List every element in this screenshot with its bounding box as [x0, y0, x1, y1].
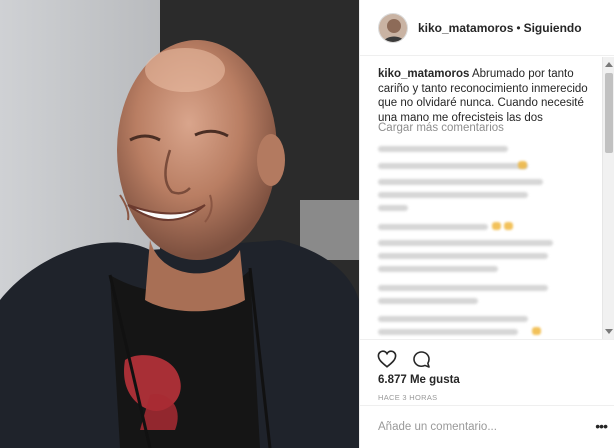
header-text: kiko_matamoros • Siguiendo	[418, 21, 582, 35]
blurred-comment	[378, 240, 553, 246]
blurred-emoji	[518, 161, 527, 169]
load-more-comments-link[interactable]: Cargar más comentarios	[378, 122, 504, 134]
blurred-emoji	[492, 222, 501, 230]
blurred-comment	[378, 285, 548, 291]
blurred-comment	[378, 298, 478, 304]
photo-illustration	[0, 0, 359, 448]
post-sidebar: kiko_matamoros • Siguiendo kiko_matamoros …	[359, 0, 614, 448]
avatar[interactable]	[378, 12, 408, 43]
blurred-comment	[378, 205, 408, 211]
post-timestamp: HACE 3 HORAS	[378, 393, 438, 402]
post-photo[interactable]	[0, 0, 359, 448]
comment-bubble-icon	[412, 350, 430, 368]
scrollbar-thumb[interactable]	[605, 73, 613, 153]
post-actions: 6.877 Me gusta HACE 3 HORAS	[360, 339, 614, 402]
caption-username[interactable]: kiko_matamoros	[378, 68, 469, 80]
comment-button[interactable]	[410, 348, 432, 370]
caption: kiko_matamoros Abrumado por tanto cariño…	[378, 67, 600, 125]
comments-scrollbar[interactable]	[602, 57, 614, 339]
like-button[interactable]	[376, 348, 398, 370]
blurred-comment	[378, 329, 518, 335]
blurred-comment	[378, 266, 498, 272]
add-comment-input[interactable]	[378, 418, 578, 436]
blurred-emoji	[532, 327, 541, 335]
follow-status-button[interactable]: Siguiendo	[524, 21, 582, 35]
blurred-comment	[378, 316, 528, 322]
blurred-emoji	[504, 222, 513, 230]
avatar-image	[379, 13, 407, 42]
action-icons	[376, 348, 432, 370]
post-header: kiko_matamoros • Siguiendo	[360, 0, 614, 56]
blurred-comment	[378, 224, 488, 230]
blurred-comment	[378, 192, 528, 198]
ellipsis-icon[interactable]: •••	[595, 419, 608, 433]
blurred-comment	[378, 163, 528, 169]
blurred-comment	[378, 179, 543, 185]
blurred-comment	[378, 146, 508, 152]
scroll-down-arrow-icon[interactable]	[605, 329, 613, 334]
header-username[interactable]: kiko_matamoros	[418, 21, 513, 35]
comments-list[interactable]: kiko_matamoros Abrumado por tanto cariño…	[360, 57, 614, 339]
add-comment-bar: •••	[360, 405, 614, 448]
scroll-up-arrow-icon[interactable]	[605, 62, 613, 67]
blurred-comment	[378, 253, 548, 259]
header-separator: •	[516, 20, 521, 35]
heart-icon	[377, 350, 397, 368]
likes-count[interactable]: 6.877 Me gusta	[378, 374, 460, 386]
